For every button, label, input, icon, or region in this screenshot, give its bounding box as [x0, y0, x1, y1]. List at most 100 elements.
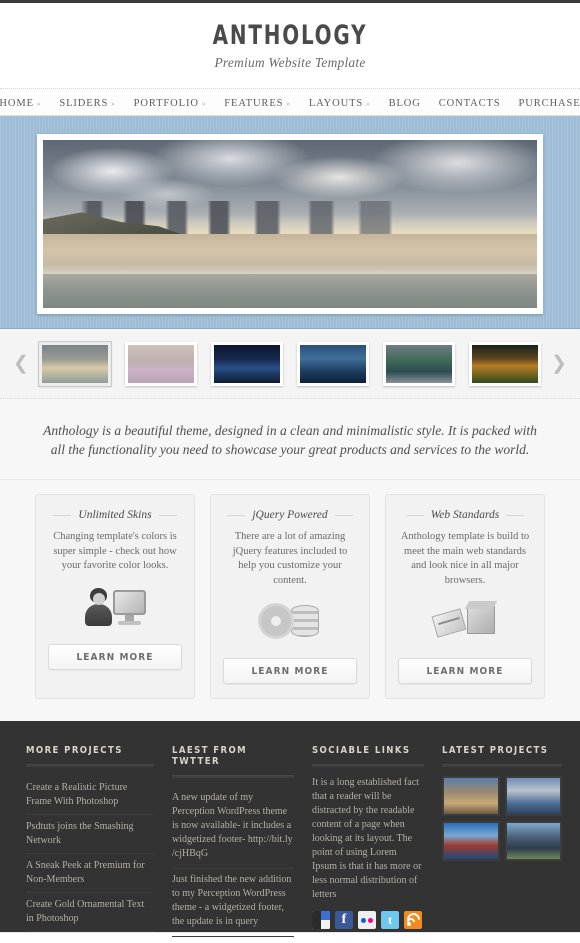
- site-logo[interactable]: ANTHOLOGY: [52, 21, 528, 51]
- slider-thumbnail[interactable]: [469, 341, 541, 386]
- slider-thumbnail-image: [214, 344, 280, 383]
- slider-thumbnail[interactable]: [297, 341, 369, 386]
- feature-card-text: Anthology template is build to meet the …: [400, 531, 530, 586]
- more-projects-link[interactable]: Psdtuts joins the Smashing Network: [26, 815, 154, 854]
- feature-card-title: Unlimited Skins: [78, 509, 152, 521]
- nav-item-home[interactable]: HOME»: [0, 98, 50, 109]
- more-projects-link[interactable]: A Sneak Peek at Premium for Non-Members: [26, 854, 154, 893]
- slider-thumbnail-image: [386, 344, 452, 383]
- feature-card-title: jQuery Powered: [252, 509, 328, 521]
- slider-thumbnail-image: [300, 344, 366, 383]
- main-navigation: HOME» SLIDERS» PORTFOLIO» FEATURES» LAYOUTS»…: [0, 89, 580, 117]
- slider-next-arrow[interactable]: ❯: [548, 352, 570, 375]
- feature-card: jQuery Powered There are a lot of amazing…: [210, 494, 370, 699]
- rule-right: [506, 514, 525, 516]
- notepad-cube-icon: [431, 600, 498, 644]
- chevron-right-icon: »: [111, 99, 116, 108]
- project-thumbnail[interactable]: [504, 821, 562, 861]
- intro-text: Anthology is a beautiful theme, designed…: [43, 423, 537, 457]
- tweet-item[interactable]: Just finished the new addition to my Per…: [172, 869, 294, 937]
- hero-slider: [0, 116, 580, 329]
- more-projects-link[interactable]: Create Gold Ornamental Text in Photoshop: [26, 893, 154, 932]
- site-tagline: Premium Website Template: [214, 55, 366, 70]
- nav-item-label: LAYOUTS: [308, 97, 364, 109]
- footer-heading-sociable: SOCIABLE LINKS: [312, 745, 411, 756]
- feature-card-text: There are a lot of amazing jQuery featur…: [232, 531, 348, 586]
- learn-more-button[interactable]: LEARN MORE: [223, 658, 357, 684]
- rss-icon[interactable]: [404, 911, 422, 929]
- gear-database-icon: [259, 600, 321, 644]
- slider-thumbnail[interactable]: [383, 341, 455, 386]
- nav-item-blog[interactable]: BLOG: [380, 98, 430, 109]
- chevron-right-icon: »: [201, 99, 207, 108]
- rule-right: [158, 514, 177, 516]
- more-projects-list: Create a Realistic Picture Frame With Ph…: [26, 776, 154, 932]
- feature-card-title-row: Unlimited Skins: [48, 509, 182, 521]
- facebook-icon[interactable]: f: [335, 911, 353, 929]
- feature-card-icon: [223, 596, 357, 648]
- nav-item-label: BLOG: [388, 97, 421, 109]
- slider-thumbnail-strip: ❮ ❯: [0, 329, 580, 399]
- tweet-list: A new update of my Perception WordPress …: [172, 787, 294, 937]
- page-root: ANTHOLOGY Premium Website Template HOME»…: [0, 0, 580, 943]
- flickr-icon[interactable]: [358, 911, 376, 929]
- nav-item-layouts[interactable]: LAYOUTS»: [300, 98, 380, 109]
- social-icon-row: f t: [312, 911, 424, 929]
- footer-sociable: SOCIABLE LINKS It is a long established …: [312, 745, 424, 929]
- nav-item-label: HOME: [0, 97, 34, 109]
- feature-card-title-row: Web Standards: [398, 509, 532, 521]
- project-thumbnail[interactable]: [442, 776, 500, 816]
- more-projects-link[interactable]: Create a Realistic Picture Frame With Ph…: [26, 776, 154, 815]
- latest-projects-grid: [442, 776, 562, 861]
- slider-thumbnail[interactable]: [38, 340, 112, 387]
- nav-item-label: PORTFOLIO: [133, 97, 199, 109]
- slide-frame[interactable]: [37, 134, 543, 314]
- footer-divider: [312, 764, 424, 767]
- chevron-right-icon: »: [36, 99, 42, 108]
- intro-section: Anthology is a beautiful theme, designed…: [0, 399, 580, 480]
- nav-item-features[interactable]: FEATURES»: [215, 98, 300, 109]
- tweet-item[interactable]: A new update of my Perception WordPress …: [172, 787, 294, 869]
- rule-left: [227, 514, 246, 516]
- footer-heading-more-projects: MORE PROJECTS: [26, 745, 123, 756]
- rule-left: [405, 514, 424, 516]
- nav-item-purchase[interactable]: PURCHASE: [510, 98, 580, 109]
- person-monitor-icon: [84, 586, 146, 630]
- footer-heading-latest-projects: LATEST PROJECTS: [442, 745, 549, 756]
- slider-thumbnail[interactable]: [211, 341, 283, 386]
- rule-right: [334, 514, 353, 516]
- nav-item-sliders[interactable]: SLIDERS»: [50, 98, 124, 109]
- slider-thumbnail-image: [472, 344, 538, 383]
- slider-thumbnail-image: [128, 344, 194, 383]
- nav-item-contacts[interactable]: CONTACTS: [430, 98, 510, 109]
- sociable-text: It is a long established fact that a rea…: [312, 777, 422, 900]
- footer-divider: [442, 764, 562, 767]
- nav-item-portfolio[interactable]: PORTFOLIO»: [125, 98, 216, 109]
- slide-ocean: [43, 274, 537, 308]
- footer-latest-projects: LATEST PROJECTS: [442, 745, 562, 914]
- project-thumbnail[interactable]: [504, 776, 562, 816]
- nav-item-label: PURCHASE: [518, 97, 580, 109]
- footer-twitter: LAEST FROM TWTTER A new update of my Per…: [172, 745, 294, 937]
- site-footer: MORE PROJECTS Create a Realistic Picture…: [0, 721, 580, 937]
- feature-card-icon: [48, 582, 182, 634]
- slider-thumbnail[interactable]: [125, 341, 197, 386]
- footer-divider: [172, 775, 294, 778]
- footer-more-projects: MORE PROJECTS Create a Realistic Picture…: [26, 745, 154, 932]
- project-thumbnail[interactable]: [442, 821, 500, 861]
- nav-item-label: SLIDERS: [59, 97, 109, 109]
- slider-thumbnail-image: [42, 344, 108, 383]
- feature-card-text: Changing template's colors is super simp…: [53, 531, 177, 571]
- slide-image[interactable]: [43, 140, 537, 308]
- learn-more-button[interactable]: LEARN MORE: [398, 658, 532, 684]
- slider-thumbnails: [32, 340, 548, 387]
- main-navigation-bar: HOME» SLIDERS» PORTFOLIO» FEATURES» LAYOUTS»…: [0, 88, 580, 116]
- feature-card: Web Standards Anthology template is build…: [385, 494, 545, 699]
- delicious-icon[interactable]: [312, 911, 330, 929]
- feature-card-icon: [398, 596, 532, 648]
- learn-more-button[interactable]: LEARN MORE: [48, 643, 182, 670]
- footer-divider: [26, 764, 154, 767]
- twitter-icon[interactable]: t: [381, 911, 399, 929]
- feature-cards: Unlimited Skins Changing template's color…: [0, 480, 580, 721]
- slider-prev-arrow[interactable]: ❮: [10, 352, 32, 375]
